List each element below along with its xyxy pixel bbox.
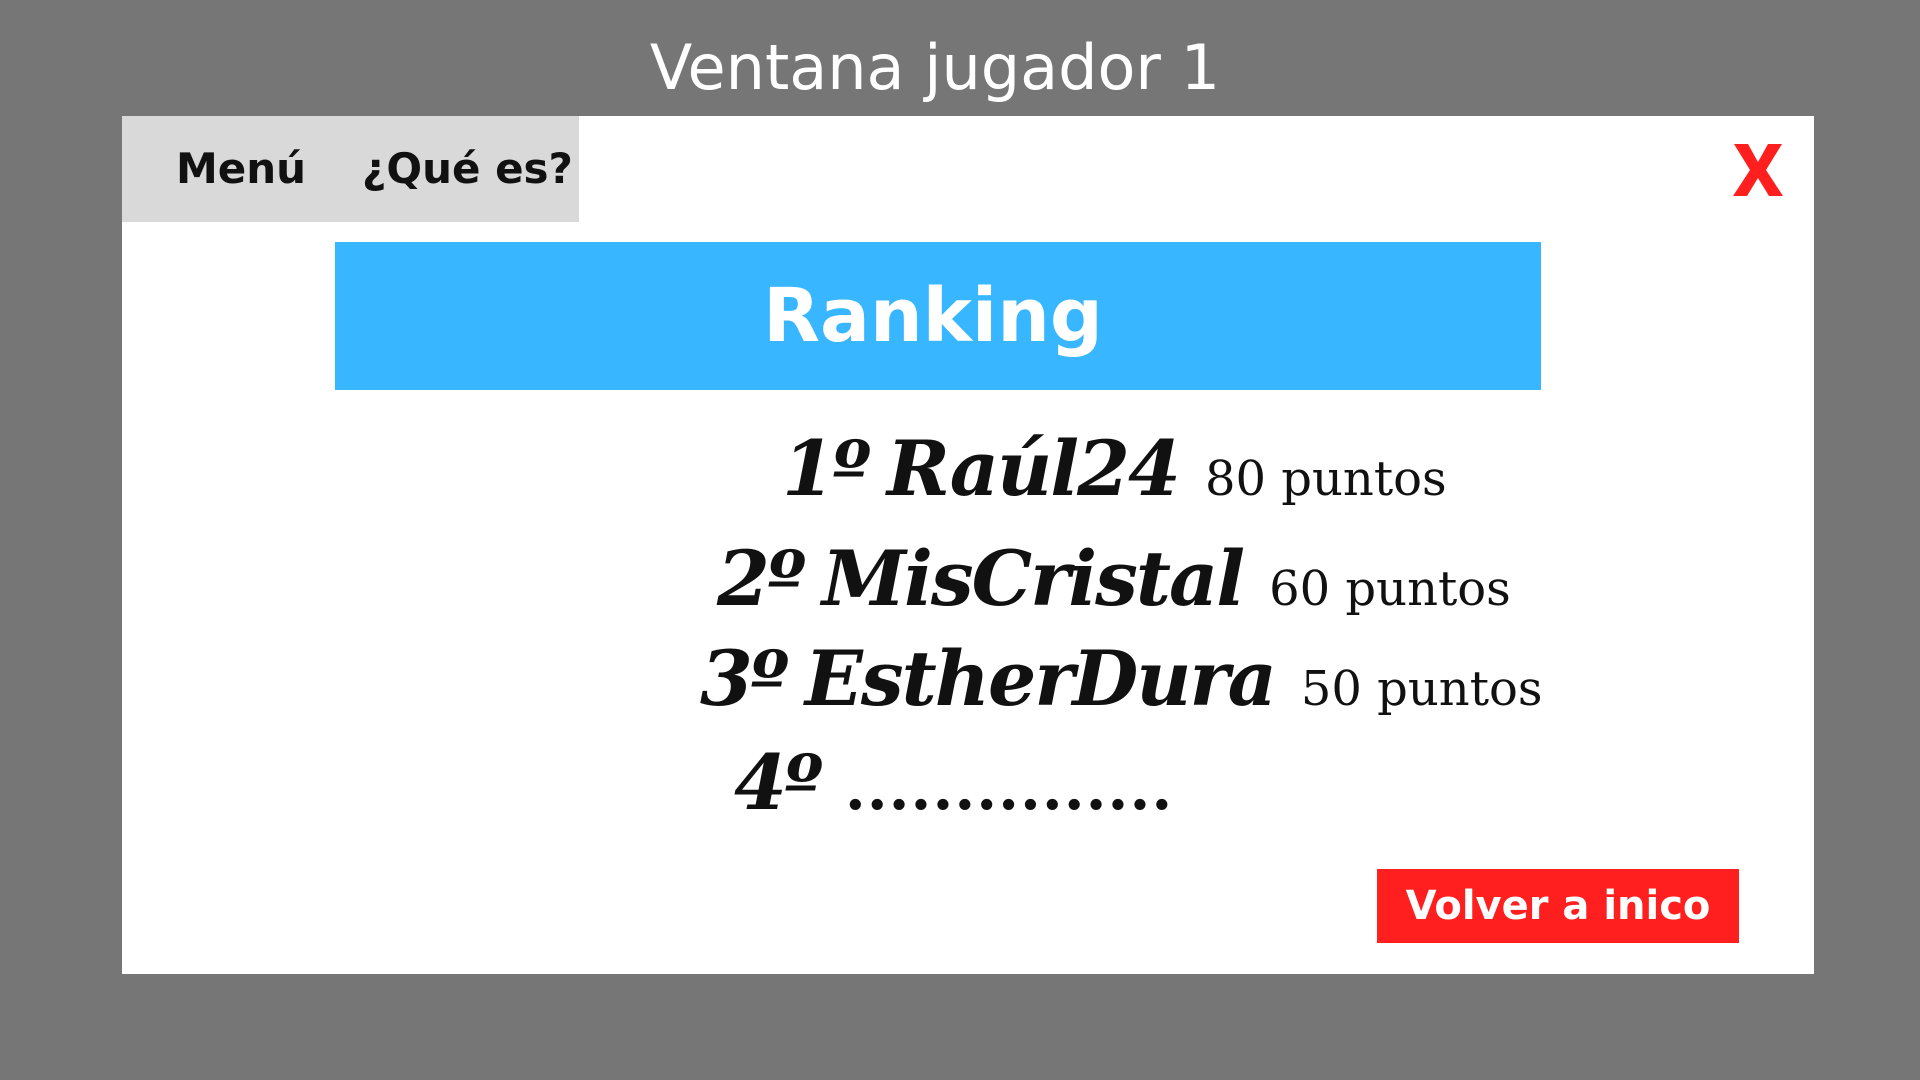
ranking-entry-position: 4º: [734, 738, 823, 827]
ranking-entry: 3º EstherDura 50 puntos: [700, 634, 1543, 723]
ranking-entry-points: 50 puntos: [1300, 661, 1543, 717]
player-window: Menú ¿Qué es? Ranking 1º Raúl24 80 punto…: [122, 116, 1814, 974]
menubar: Menú ¿Qué es?: [122, 116, 579, 222]
ranking-title: Ranking: [763, 273, 1103, 359]
ranking-entry-name: Raúl24: [886, 424, 1181, 513]
ranking-entry: 2º MisCristal 60 puntos: [717, 534, 1511, 623]
ranking-entry-points: 60 puntos: [1269, 561, 1511, 617]
ranking-entry-position: 3º: [700, 634, 789, 723]
menu-button[interactable]: Menú: [176, 116, 306, 222]
about-button[interactable]: ¿Qué es?: [362, 116, 573, 222]
close-button[interactable]: [1730, 138, 1786, 202]
ranking-entry-position: 1º: [782, 424, 871, 513]
ranking-entry-name: EstherDura: [804, 634, 1277, 723]
ranking-entry: 1º Raúl24 80 puntos: [782, 424, 1447, 513]
ranking-entry-name: MisCristal: [821, 534, 1245, 623]
ranking-entry-placeholder: ...............: [844, 754, 1174, 824]
close-icon: [1733, 144, 1783, 196]
ranking-entry-position: 2º: [717, 534, 806, 623]
screen-title: Ventana jugador 1: [649, 31, 1221, 104]
ranking-entry-points: 80 puntos: [1204, 451, 1447, 507]
ranking-header: Ranking: [335, 242, 1541, 390]
ranking-entry: 4º ...............: [734, 738, 1173, 827]
back-to-start-button[interactable]: Volver a inico: [1377, 869, 1739, 943]
